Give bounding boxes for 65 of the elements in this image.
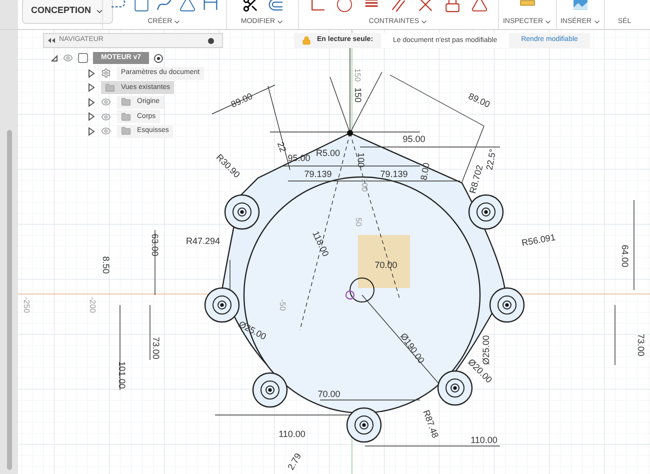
eye-icon[interactable] bbox=[101, 112, 111, 122]
workspace-dropdown[interactable]: CONCEPTION bbox=[22, 0, 114, 24]
sketch-canvas[interactable] bbox=[18, 30, 650, 474]
dimension-label: 64.00 bbox=[620, 244, 630, 268]
parallel-icon[interactable] bbox=[390, 0, 407, 13]
spline-tool-icon[interactable] bbox=[156, 0, 173, 13]
dimension-label: 95.00 bbox=[402, 134, 426, 144]
coincident-icon[interactable] bbox=[309, 0, 326, 13]
folder-icon bbox=[121, 126, 131, 136]
eye-icon[interactable] bbox=[101, 126, 111, 136]
gear-icon bbox=[101, 68, 111, 78]
dimension-label: 70.00 bbox=[318, 389, 340, 399]
folder-icon bbox=[105, 82, 115, 93]
dimension-label: R5.00 bbox=[316, 148, 340, 158]
dimension-label: 8.00 bbox=[418, 162, 432, 181]
dimension-label: 100 bbox=[356, 152, 366, 168]
axis-label: -200 bbox=[88, 297, 97, 313]
dimension-label: 89.00 bbox=[229, 91, 254, 110]
dimension-label: R8.702 bbox=[468, 164, 485, 195]
tangent-icon[interactable] bbox=[336, 0, 353, 13]
dimension-label: R47.294 bbox=[186, 236, 220, 246]
image-placeholder bbox=[358, 235, 410, 288]
folder-icon bbox=[121, 97, 131, 108]
dimension-label: 8.50 bbox=[101, 256, 111, 274]
scissors-icon[interactable] bbox=[242, 0, 258, 13]
dimension-label: 22.5° bbox=[484, 148, 498, 171]
scrollbar-thumb[interactable] bbox=[6, 130, 12, 470]
lock-icon[interactable] bbox=[444, 0, 461, 13]
dimension-label: 150 bbox=[353, 87, 363, 103]
axis-label: -250 bbox=[22, 297, 31, 313]
axis-label: 50 bbox=[354, 218, 363, 226]
offset-tool-icon[interactable] bbox=[266, 0, 284, 13]
dimension-label: 79.139 bbox=[380, 169, 408, 179]
dimension-label: 79.139 bbox=[304, 169, 332, 179]
dimension-label: 89.00 bbox=[466, 91, 492, 110]
dimension-label: 110.00 bbox=[278, 429, 306, 439]
document-icon bbox=[78, 53, 88, 63]
dimension-label: 101.00 bbox=[117, 361, 127, 389]
dimension-label: 22 bbox=[275, 140, 288, 154]
pin-icon[interactable] bbox=[208, 38, 214, 44]
dimension-label: 110.00 bbox=[470, 435, 498, 445]
origin-point bbox=[345, 290, 355, 300]
dimension-line bbox=[154, 230, 156, 296]
folder-icon bbox=[121, 112, 131, 122]
dimension-label: 73.00 bbox=[636, 334, 646, 356]
rectangle-tool-icon[interactable] bbox=[133, 0, 150, 13]
activate-radio-icon[interactable] bbox=[154, 54, 164, 62]
axis-label: -50 bbox=[278, 299, 287, 311]
dimension-label: 70.00 bbox=[374, 260, 398, 270]
dimension-label: 63.00 bbox=[150, 234, 160, 256]
dimension-label: R56.091 bbox=[520, 232, 556, 248]
perpendicular-icon[interactable] bbox=[417, 0, 434, 13]
eye-icon[interactable] bbox=[101, 97, 111, 108]
lock-icon bbox=[302, 36, 311, 45]
axis-label: 100 bbox=[360, 178, 369, 192]
triangle-icon[interactable] bbox=[471, 0, 488, 13]
dimension-label: 73.00 bbox=[151, 336, 161, 360]
dimension-tool-icon[interactable] bbox=[202, 0, 219, 13]
triangle-tool-icon[interactable] bbox=[179, 0, 196, 13]
collapse-icon[interactable] bbox=[48, 38, 55, 43]
collapse-triangle-icon[interactable] bbox=[51, 54, 58, 62]
dimension-line bbox=[614, 304, 616, 366]
image-icon[interactable] bbox=[572, 0, 589, 13]
axis-label: 150 bbox=[353, 68, 362, 82]
eye-icon[interactable] bbox=[63, 53, 73, 63]
